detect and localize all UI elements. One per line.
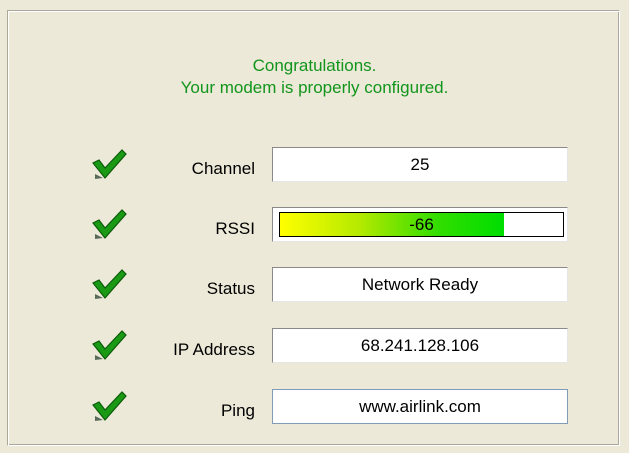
rssi-value: -66	[409, 215, 434, 234]
rssi-signal-bar: -66	[279, 212, 564, 237]
ip-address-label: IP Address	[173, 340, 255, 359]
congratulations-text: Congratulations.	[252, 56, 377, 75]
rssi-label: RSSI	[215, 219, 255, 238]
ping-label: Ping	[220, 401, 255, 420]
ip-address-field: 68.241.128.106	[272, 328, 568, 363]
channel-field: 25	[272, 147, 568, 182]
status-field: Network Ready	[272, 267, 568, 302]
rssi-field: -66	[272, 207, 568, 242]
checkmark-icon	[92, 149, 127, 179]
configured-message: Your modem is properly configured.	[180, 78, 449, 97]
channel-label: Channel	[191, 159, 255, 178]
checkmark-icon	[92, 269, 127, 299]
ping-field[interactable]: www.airlink.com	[272, 389, 568, 424]
status-label: Status	[206, 279, 255, 298]
checkmark-icon	[92, 391, 127, 421]
checkmark-icon	[92, 330, 127, 360]
checkmark-icon	[92, 209, 127, 239]
